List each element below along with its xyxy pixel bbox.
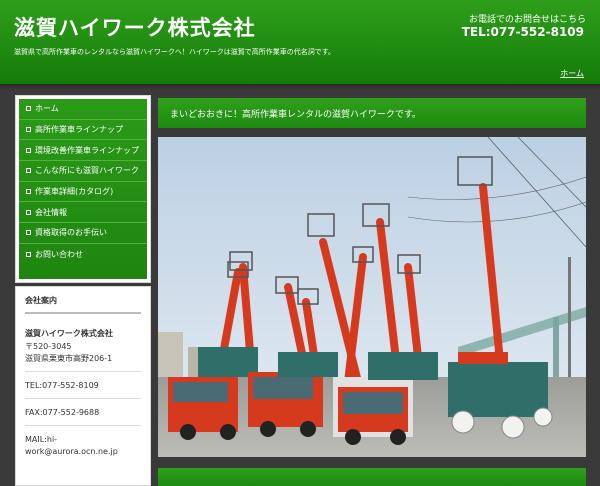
sidebar-nav: ホーム 高所作業車ラインナップ 環境改善作業車ラインナップ こんな所にも滋賀ハイ… xyxy=(15,95,151,283)
aerial-work-trucks-photo xyxy=(158,137,586,457)
company-tel: TEL:077-552-8109 xyxy=(25,381,99,390)
site-tagline: 滋賀県で高所作業車のレンタルなら滋賀ハイワークへ！ハイワークは滋賀で高所作業車の… xyxy=(14,48,336,56)
company-address: 滋賀県栗東市高野206-1 xyxy=(25,354,113,363)
nav-item-label: ホーム xyxy=(35,104,59,114)
nav-item-environment-lineup[interactable]: 環境改善作業車ラインナップ xyxy=(19,140,147,162)
company-mail[interactable]: MAIL:hi- xyxy=(25,434,141,446)
divider xyxy=(25,398,141,399)
nav-item-label: 高所作業車ラインナップ xyxy=(35,125,123,135)
square-bullet-icon xyxy=(26,127,31,133)
company-name: 滋賀ハイワーク株式会社 xyxy=(25,329,113,338)
company-mail-cont[interactable]: work@aurora.ocn.ne.jp xyxy=(25,446,141,458)
square-bullet-icon xyxy=(26,147,31,153)
company-info-heading: 会社案内 xyxy=(25,295,141,314)
nav-item-catalog[interactable]: 作業車詳細(カタログ) xyxy=(19,182,147,203)
nav-item-aerial-lineup[interactable]: 高所作業車ラインナップ xyxy=(19,120,147,141)
nav-item-label: 資格取得のお手伝い xyxy=(35,228,107,238)
site-header: 滋賀ハイワーク株式会社 滋賀県で高所作業車のレンタルなら滋賀ハイワークへ！ハイワ… xyxy=(0,0,600,84)
company-info-box: 会社案内 滋賀ハイワーク株式会社 〒520-3045 滋賀県栗東市高野206-1… xyxy=(15,286,151,486)
welcome-banner: まいどおおきに！高所作業車レンタルの滋賀ハイワークです。 xyxy=(158,98,586,128)
square-bullet-icon xyxy=(26,106,31,112)
company-fax: FAX:077-552-9688 xyxy=(25,408,100,417)
header-shadow xyxy=(0,84,600,90)
fleet-photo xyxy=(158,137,586,457)
square-bullet-icon xyxy=(26,230,31,236)
section-bar xyxy=(158,468,586,486)
contact-phone: TEL:077-552-8109 xyxy=(461,25,584,39)
nav-item-label: 会社情報 xyxy=(35,207,67,217)
site-title[interactable]: 滋賀ハイワーク株式会社 xyxy=(14,12,256,42)
company-postal: 〒520-3045 xyxy=(25,342,72,351)
nav-item-home[interactable]: ホーム xyxy=(19,99,147,120)
square-bullet-icon xyxy=(26,251,31,257)
square-bullet-icon xyxy=(26,189,31,195)
nav-item-license[interactable]: 資格取得のお手伝い xyxy=(19,223,147,244)
square-bullet-icon xyxy=(26,168,31,174)
contact-label: お電話でのお問合せはこちら xyxy=(468,15,586,25)
divider xyxy=(25,425,141,426)
home-link[interactable]: ホーム xyxy=(560,68,584,79)
nav-item-label: こんな所にも滋賀ハイワーク xyxy=(35,166,139,176)
nav-item-use-cases[interactable]: こんな所にも滋賀ハイワーク xyxy=(19,161,147,182)
nav-item-label: 作業車詳細(カタログ) xyxy=(35,187,114,197)
nav-item-contact[interactable]: お問い合わせ xyxy=(19,244,147,265)
nav-item-company[interactable]: 会社情報 xyxy=(19,202,147,224)
divider xyxy=(25,371,141,372)
square-bullet-icon xyxy=(26,209,31,215)
nav-item-label: お問い合わせ xyxy=(35,249,83,259)
nav-item-label: 環境改善作業車ラインナップ xyxy=(35,145,139,155)
